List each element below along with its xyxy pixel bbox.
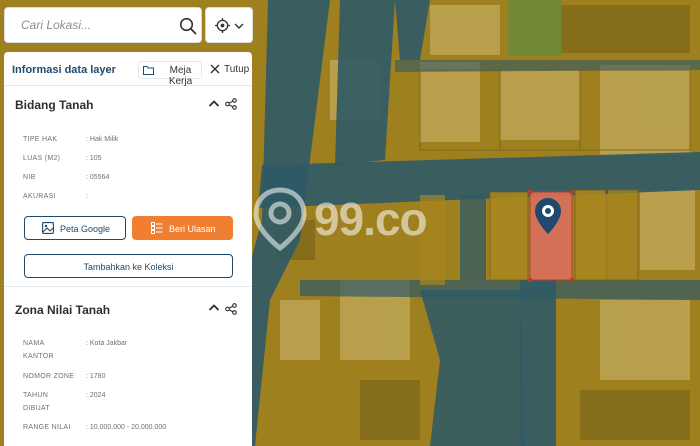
field-value-luas: : 105	[86, 155, 102, 162]
field-value-tahun: : 2024	[86, 392, 106, 399]
location-target-icon	[215, 18, 230, 33]
search-icon[interactable]	[179, 17, 197, 35]
field-label-luas: LUAS (M2)	[23, 155, 61, 162]
field-label-nib: NIB	[23, 174, 36, 181]
watermark-text: 99.co	[314, 193, 428, 245]
field-label-akurasi: AKURASI	[23, 193, 56, 200]
section-title-land-value-zone: Zona Nilai Tanah	[15, 303, 111, 317]
location-button[interactable]	[205, 7, 253, 43]
image-map-icon	[42, 222, 54, 234]
add-to-collection-button[interactable]: Tambahkan ke Koleksi	[24, 254, 233, 278]
panel-title: Informasi data layer	[12, 64, 116, 76]
info-panel: Informasi data layer Meja Kerja Tutup Bi…	[4, 52, 252, 446]
google-maps-button[interactable]: Peta Google	[24, 216, 126, 240]
close-icon	[210, 64, 220, 74]
find-listing-label: Beri Ulasan	[169, 224, 216, 234]
google-maps-label: Peta Google	[60, 224, 111, 234]
field-label-range-nilai: RANGE NILAI	[23, 424, 71, 431]
field-label-kantor: KANTOR	[23, 353, 54, 360]
panel-header: Informasi data layer Meja Kerja Tutup	[4, 52, 252, 87]
map-pin-icon[interactable]	[534, 197, 562, 235]
section-divider	[4, 286, 252, 287]
field-value-akurasi: :	[86, 193, 88, 200]
chevron-down-icon	[234, 23, 244, 29]
close-button[interactable]: Tutup	[208, 61, 250, 79]
field-value-tipe-hak: : Hak Milik	[86, 136, 119, 143]
search-bar	[4, 7, 202, 43]
field-label-nama: NAMA	[23, 340, 45, 347]
share-icon[interactable]	[225, 303, 237, 315]
field-value-kantor: : Kota Jakbar	[86, 340, 128, 347]
section-title-land-parcel: Bidang Tanah	[15, 98, 94, 112]
field-value-nomor-zone: : 1780	[86, 373, 106, 380]
workspace-label: Meja Kerja	[168, 65, 193, 87]
field-label-tipe-hak: TIPE HAK	[23, 136, 58, 143]
close-label: Tutup	[224, 64, 250, 75]
field-label-nomor-zone: NOMOR ZONE	[23, 373, 75, 380]
find-listing-button[interactable]: Beri Ulasan	[132, 216, 233, 240]
add-to-collection-label: Tambahkan ke Koleksi	[83, 262, 174, 272]
watermark-pin-icon	[253, 187, 307, 252]
field-label-tahun: TAHUN	[23, 392, 49, 399]
field-label-dibuat: DIBUAT	[23, 405, 50, 412]
chevron-up-icon[interactable]	[208, 303, 220, 313]
list-icon	[151, 222, 163, 234]
search-input[interactable]	[5, 8, 165, 42]
field-value-range-nilai: : 10.000.000 - 20.000.000	[86, 424, 167, 431]
folder-icon	[143, 66, 154, 75]
chevron-up-icon[interactable]	[208, 99, 220, 109]
field-value-nib: : 05564	[86, 174, 110, 181]
watermark-logo: 99.co	[252, 186, 452, 256]
workspace-button[interactable]: Meja Kerja	[138, 61, 202, 87]
share-icon[interactable]	[225, 98, 237, 110]
